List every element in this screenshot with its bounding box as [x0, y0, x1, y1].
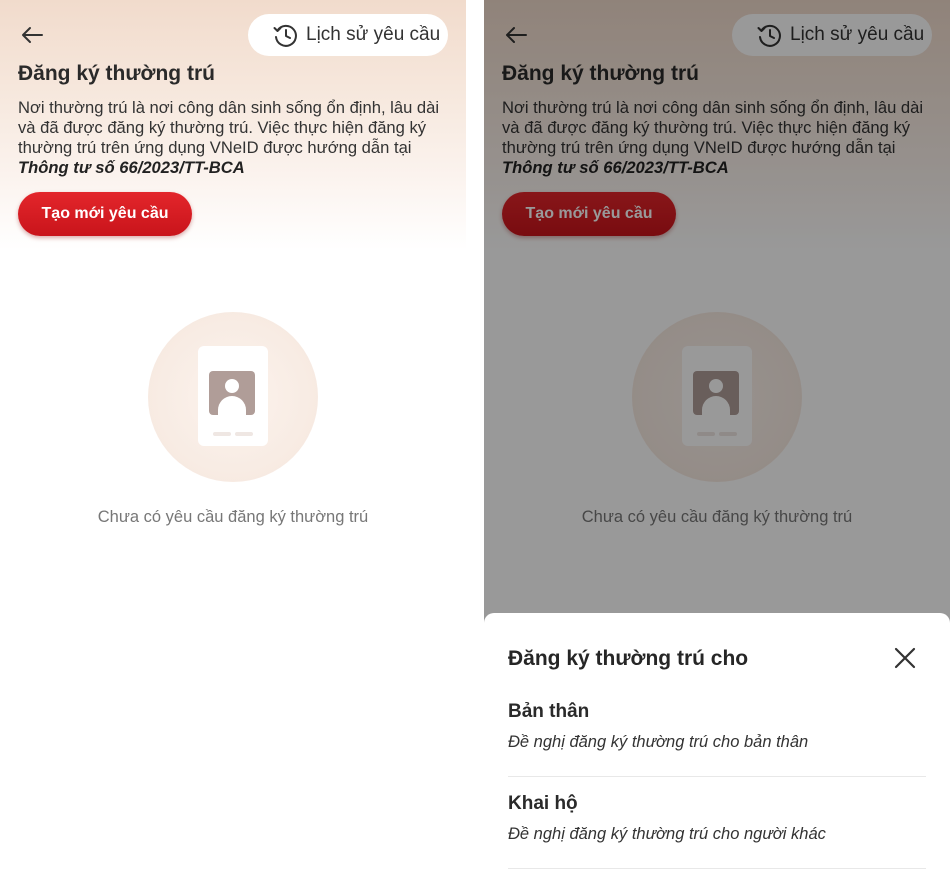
history-clock-icon	[273, 24, 297, 47]
history-button[interactable]: Lịch sử yêu cầu	[248, 14, 448, 56]
option-on-behalf[interactable]: Khai hộ Đề nghị đăng ký thường trú cho n…	[508, 781, 926, 869]
empty-state-illustration	[148, 312, 318, 482]
bottom-sheet: Đăng ký thường trú cho Bản thân Đề nghị …	[484, 613, 950, 881]
screen-divider	[466, 0, 484, 881]
close-button[interactable]	[890, 643, 920, 673]
back-button[interactable]	[18, 22, 46, 48]
empty-state-text: Chưa có yêu cầu đăng ký thường trú	[97, 508, 369, 526]
option-self[interactable]: Bản thân Đề nghị đăng ký thường trú cho …	[508, 689, 926, 777]
option-title: Khai hộ	[508, 793, 578, 814]
avatar-icon	[209, 371, 255, 415]
sheet-title: Đăng ký thường trú cho	[508, 647, 749, 670]
arrow-left-icon	[22, 27, 43, 43]
page-title: Đăng ký thường trú	[18, 62, 215, 85]
option-subtitle: Đề nghị đăng ký thường trú cho bản thân	[508, 733, 809, 751]
history-label: Lịch sử yêu cầu	[306, 24, 441, 45]
description-text: Nơi thường trú là nơi công dân sinh sống…	[18, 98, 440, 157]
page-description: Nơi thường trú là nơi công dân sinh sống…	[18, 98, 458, 178]
circular-reference-link[interactable]: Thông tư số 66/2023/TT-BCA	[18, 158, 458, 178]
create-request-button[interactable]: Tạo mới yêu cầu	[18, 192, 192, 236]
close-icon	[894, 647, 916, 669]
option-title: Bản thân	[508, 701, 590, 722]
screen-list: Lịch sử yêu cầu Đăng ký thường trú Nơi t…	[0, 0, 466, 881]
option-subtitle: Đề nghị đăng ký thường trú cho người khá…	[508, 825, 826, 843]
screen-with-sheet: Lịch sử yêu cầu Đăng ký thường trú Nơi t…	[484, 0, 950, 881]
id-card-icon	[198, 346, 268, 446]
